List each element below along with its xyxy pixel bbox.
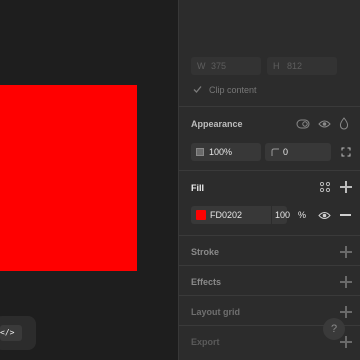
appearance-title: Appearance xyxy=(191,119,243,129)
effects-title: Effects xyxy=(191,277,222,287)
height-field[interactable]: H 812 xyxy=(267,57,337,75)
canvas[interactable]: </> xyxy=(0,0,178,360)
stroke-title: Stroke xyxy=(191,247,220,257)
add-fill-button[interactable] xyxy=(340,181,352,193)
height-label: H xyxy=(273,61,280,71)
add-layout-grid-button[interactable] xyxy=(340,306,352,318)
code-view-button[interactable]: </> xyxy=(0,325,22,341)
drop-icon[interactable] xyxy=(339,117,349,130)
export-title: Export xyxy=(191,337,220,347)
width-value: 375 xyxy=(211,61,227,71)
layout-grid-title: Layout grid xyxy=(191,307,240,317)
selected-rectangle[interactable] xyxy=(0,85,137,271)
code-icon: </> xyxy=(0,328,15,337)
dev-mode-toolbar: </> xyxy=(0,316,36,350)
corner-radius-value: 0 xyxy=(283,147,289,157)
help-button[interactable]: ? xyxy=(323,318,345,340)
fill-hex-value[interactable]: FD0202 xyxy=(210,206,242,224)
height-value: 812 xyxy=(287,61,303,71)
divider xyxy=(179,265,360,266)
opacity-value: 100% xyxy=(209,147,233,157)
eye-icon[interactable] xyxy=(318,118,331,130)
corner-radius-icon xyxy=(271,148,279,156)
field-separator xyxy=(271,206,272,224)
fill-row[interactable]: FD0202 100 xyxy=(191,206,290,224)
clip-content-checkbox[interactable] xyxy=(193,85,202,94)
add-effect-button[interactable] xyxy=(340,276,352,288)
fill-visibility-eye-icon[interactable] xyxy=(318,210,331,221)
opacity-icon xyxy=(196,148,204,156)
corner-radius-field[interactable]: 0 xyxy=(265,143,331,161)
blend-mode-icon[interactable] xyxy=(296,118,310,130)
clip-content-label: Clip content xyxy=(209,85,257,95)
add-export-button[interactable] xyxy=(340,336,352,348)
divider xyxy=(179,170,360,171)
width-field[interactable]: W 375 xyxy=(191,57,261,75)
fill-opacity-unit: % xyxy=(298,210,307,220)
remove-fill-button[interactable] xyxy=(340,214,351,216)
add-stroke-button[interactable] xyxy=(340,246,352,258)
divider xyxy=(179,295,360,296)
expand-corners-icon[interactable] xyxy=(341,147,351,157)
divider xyxy=(179,106,360,107)
fill-opacity-value[interactable]: 100 xyxy=(275,206,290,224)
check-icon xyxy=(193,86,202,93)
opacity-field[interactable]: 100% xyxy=(191,143,261,161)
style-grid-icon[interactable] xyxy=(320,182,330,192)
divider xyxy=(179,235,360,236)
properties-panel: W 375 H 812 Clip content Appearance 100%… xyxy=(178,0,360,360)
fill-color-swatch[interactable] xyxy=(196,210,206,220)
width-label: W xyxy=(197,61,206,71)
fill-title: Fill xyxy=(191,183,204,193)
